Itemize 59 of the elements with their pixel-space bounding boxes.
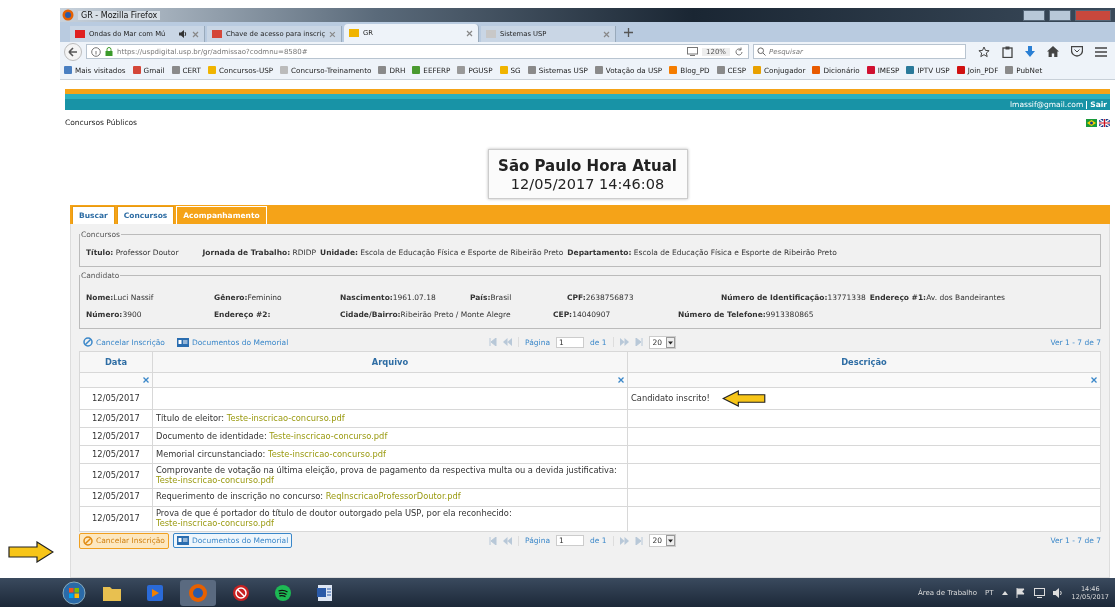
menu-icon[interactable]	[1095, 46, 1107, 57]
date-cell: 12/05/2017	[79, 463, 153, 489]
firefox-icon[interactable]	[180, 579, 216, 606]
download-icon[interactable]	[1025, 45, 1035, 58]
file-entry: Título de eleitor: Teste-inscricao-concurso.pdf	[156, 412, 345, 423]
file-entry: Requerimento de inscrição no concurso: ReqInscricaoProfessorDoutor.pdf	[156, 491, 461, 502]
column-header[interactable]: Data	[79, 351, 153, 373]
dropdown-icon	[666, 336, 676, 348]
dropdown-icon	[666, 535, 676, 547]
clock-datetime: 12/05/2017 14:46:08	[510, 175, 665, 192]
file-entry: Comprovante de votação na última eleição, prova de pagamento da respectiva multa ou a devida justificativa: Teste-inscricao-concurso.pdf	[156, 465, 617, 485]
clear-icon[interactable]	[618, 377, 624, 383]
uk-flag-icon[interactable]	[1099, 118, 1110, 127]
maximize-button[interactable]	[1049, 9, 1071, 21]
brazil-flag-icon[interactable]	[1086, 118, 1097, 127]
lock-icon	[105, 47, 113, 56]
cancel-icon	[83, 337, 93, 347]
info-icon	[91, 46, 101, 57]
shield-icon[interactable]	[1071, 46, 1083, 57]
cancel-icon	[83, 535, 93, 546]
speaker-icon[interactable]	[1052, 587, 1064, 598]
search-icon	[757, 47, 766, 56]
id-card-icon	[176, 536, 189, 546]
date-cell: 12/05/2017	[79, 427, 153, 446]
reader-icon[interactable]	[687, 47, 698, 56]
start-button-icon[interactable]	[62, 580, 86, 605]
date-cell: 12/05/2017	[79, 506, 153, 532]
flag-icon[interactable]	[1015, 587, 1026, 598]
close-icon[interactable]	[466, 29, 473, 37]
close-icon[interactable]	[192, 30, 199, 38]
date-cell: 12/05/2017	[79, 409, 153, 428]
reload-icon[interactable]	[734, 46, 744, 57]
id-card-icon	[176, 337, 189, 347]
file-entry: Documento de identidade: Teste-inscricao-concurso.pdf	[156, 430, 388, 441]
home-icon[interactable]	[1047, 46, 1059, 57]
window-title: GR - Mozilla Firefox	[78, 10, 161, 20]
column-header[interactable]: Descrição	[627, 351, 1101, 373]
arrow-icon	[721, 390, 766, 407]
monitor-icon[interactable]	[1033, 587, 1045, 598]
firefox-icon	[62, 9, 74, 21]
plus-icon[interactable]	[624, 28, 633, 37]
star-icon[interactable]	[978, 45, 990, 58]
arrow-icon	[8, 541, 54, 563]
description-text: Candidato inscrito!	[631, 393, 710, 403]
clear-icon[interactable]	[1091, 377, 1097, 383]
file-entry: Prova de que é portador do título de doutor outorgado pela USP, por ela reconhecido: Teste-inscricao-concurso.pdf	[156, 507, 512, 528]
file-entry: Memorial circunstanciado: Teste-inscricao-concurso.pdf	[156, 448, 386, 459]
minimize-button[interactable]	[1023, 9, 1045, 21]
clipboard-icon[interactable]	[1002, 45, 1013, 58]
close-icon[interactable]	[329, 30, 336, 38]
date-cell: 12/05/2017	[79, 488, 153, 507]
up-caret-icon[interactable]	[1001, 590, 1008, 595]
clear-icon[interactable]	[143, 377, 149, 383]
clock-title: São Paulo Hora Atual	[498, 156, 677, 175]
date-cell: 12/05/2017	[79, 387, 153, 410]
date-cell: 12/05/2017	[79, 445, 153, 464]
close-icon[interactable]	[603, 30, 610, 38]
column-header[interactable]: Arquivo	[152, 351, 628, 373]
back-icon[interactable]	[64, 42, 82, 61]
